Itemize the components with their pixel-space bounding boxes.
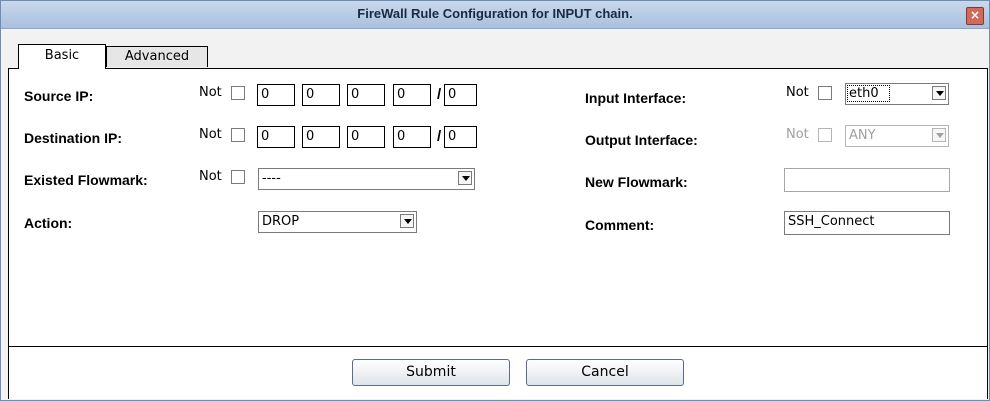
output-interface-not-label: Not — [786, 127, 809, 142]
source-ip-octet-4[interactable]: 0 — [393, 84, 431, 106]
output-interface-not-checkbox — [818, 128, 832, 142]
tab-advanced[interactable]: Advanced — [106, 46, 208, 67]
source-ip-octet-1[interactable]: 0 — [257, 84, 295, 106]
chevron-down-icon[interactable] — [458, 171, 472, 185]
action-label: Action: — [24, 215, 73, 231]
destination-ip-slash: / — [437, 128, 442, 145]
window-title: FireWall Rule Configuration for INPUT ch… — [357, 6, 633, 21]
destination-ip-octet-3[interactable]: 0 — [347, 126, 385, 148]
chevron-down-icon[interactable] — [932, 86, 946, 100]
output-interface-select: ANY — [845, 125, 949, 147]
destination-ip-label: Destination IP: — [24, 130, 123, 146]
source-ip-label: Source IP: — [24, 88, 94, 104]
chevron-down-icon — [932, 128, 946, 142]
destination-ip-mask[interactable]: 0 — [444, 126, 477, 148]
input-interface-not-checkbox[interactable] — [818, 86, 832, 100]
title-bar: FireWall Rule Configuration for INPUT ch… — [1, 1, 989, 29]
source-ip-octet-3[interactable]: 0 — [347, 84, 385, 106]
tab-basic[interactable]: Basic — [18, 44, 106, 69]
output-interface-label: Output Interface: — [585, 132, 698, 148]
existed-flowmark-not-label: Not — [199, 169, 222, 184]
destination-ip-octet-2[interactable]: 0 — [302, 126, 340, 148]
destination-ip-not-checkbox[interactable] — [231, 128, 245, 142]
close-icon[interactable]: × — [966, 7, 984, 25]
comment-input[interactable]: SSH_Connect — [784, 211, 950, 235]
source-ip-not-checkbox[interactable] — [231, 86, 245, 100]
existed-flowmark-not-checkbox[interactable] — [231, 170, 245, 184]
input-interface-label: Input Interface: — [585, 90, 687, 106]
comment-label: Comment: — [585, 217, 655, 233]
submit-button[interactable]: Submit — [352, 359, 510, 386]
action-value: DROP — [262, 214, 300, 229]
existed-flowmark-label: Existed Flowmark: — [24, 172, 148, 188]
action-select[interactable]: DROP — [258, 211, 417, 233]
destination-ip-octet-4[interactable]: 0 — [393, 126, 431, 148]
source-ip-not-label: Not — [199, 85, 222, 100]
existed-flowmark-select[interactable]: ---- — [258, 168, 475, 190]
input-interface-select[interactable]: eth0 — [845, 83, 949, 105]
source-ip-slash: / — [437, 86, 442, 103]
source-ip-mask[interactable]: 0 — [444, 84, 477, 106]
output-interface-value: ANY — [849, 128, 876, 143]
basic-panel — [8, 68, 988, 347]
source-ip-octet-2[interactable]: 0 — [302, 84, 340, 106]
new-flowmark-label: New Flowmark: — [585, 174, 688, 190]
cancel-button[interactable]: Cancel — [526, 359, 684, 386]
new-flowmark-input[interactable] — [784, 168, 950, 192]
input-interface-not-label: Not — [786, 85, 809, 100]
destination-ip-not-label: Not — [199, 127, 222, 142]
existed-flowmark-value: ---- — [262, 171, 281, 186]
destination-ip-octet-1[interactable]: 0 — [257, 126, 295, 148]
chevron-down-icon[interactable] — [400, 214, 414, 228]
input-interface-value: eth0 — [847, 85, 890, 102]
